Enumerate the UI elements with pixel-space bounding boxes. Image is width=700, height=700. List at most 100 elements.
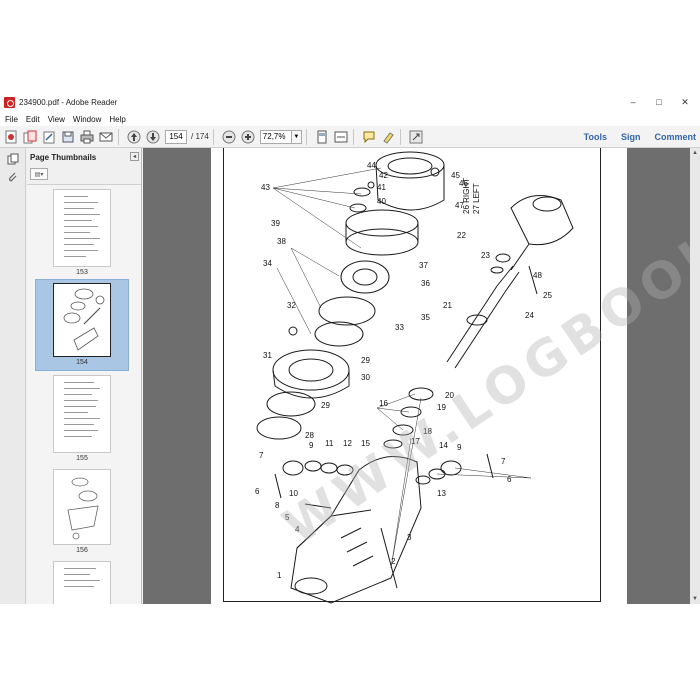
thumbnail-text-line bbox=[64, 580, 100, 581]
zoom-out-icon[interactable] bbox=[221, 129, 237, 145]
edit-pdf-icon[interactable] bbox=[41, 129, 57, 145]
thumbnail-text-line bbox=[64, 244, 94, 245]
document-viewer[interactable]: 43 44 42 41 40 39 38 34 37 36 35 33 29 3… bbox=[143, 148, 700, 604]
thumbnail-label: 154 bbox=[76, 359, 88, 366]
thumbnail-text-line bbox=[64, 226, 98, 227]
callout-label: 21 bbox=[443, 301, 452, 310]
maximize-button[interactable]: □ bbox=[646, 92, 672, 112]
thumbnail-text-line bbox=[64, 256, 86, 257]
adobe-reader-window: 234900.pdf - Adobe Reader – □ ✕ File Edi… bbox=[0, 92, 700, 604]
callout-label: 32 bbox=[287, 301, 296, 310]
callout-label: 7 bbox=[259, 451, 264, 460]
tab-sign[interactable]: Sign bbox=[621, 132, 641, 142]
thumbnail-text-line bbox=[64, 214, 100, 215]
zoom-dropdown-chevron-icon[interactable]: ▼ bbox=[291, 129, 302, 144]
thumbnail-text-line bbox=[64, 202, 98, 203]
toolbar-separator bbox=[399, 128, 401, 145]
callout-label: 25 bbox=[543, 291, 552, 300]
exploded-parts-drawing: 43 44 42 41 40 39 38 34 37 36 35 33 29 3… bbox=[255, 151, 574, 604]
tab-comment[interactable]: Comment bbox=[654, 132, 696, 142]
callout-label: 42 bbox=[379, 171, 388, 180]
page-thumbnails-icon[interactable] bbox=[6, 152, 20, 166]
callout-label: 29 bbox=[361, 356, 370, 365]
callout-label: 4 bbox=[295, 525, 300, 534]
toolbar-separator bbox=[352, 128, 354, 145]
thumbnail-text-line bbox=[64, 412, 88, 413]
menu-edit[interactable]: Edit bbox=[26, 115, 40, 124]
thumbnail-page[interactable] bbox=[53, 561, 111, 604]
navigation-pane: Page Thumbnails ◂ ▤▾ 153 154 155 156 bbox=[0, 148, 142, 604]
highlight-icon[interactable] bbox=[380, 129, 396, 145]
window-title: 234900.pdf - Adobe Reader bbox=[19, 97, 118, 107]
previous-page-icon[interactable] bbox=[126, 129, 142, 145]
scroll-up-icon[interactable]: ▲ bbox=[690, 148, 700, 158]
toolbar-separator bbox=[118, 128, 119, 145]
thumbnail-text-line bbox=[64, 394, 92, 395]
callout-label: 31 bbox=[263, 351, 272, 360]
thumbnail-page[interactable] bbox=[53, 469, 111, 545]
callout-label: 44 bbox=[367, 161, 376, 170]
callout-label: 38 bbox=[277, 237, 286, 246]
callout-label: 23 bbox=[481, 251, 490, 260]
fit-page-icon[interactable] bbox=[314, 129, 330, 145]
callout-label: 22 bbox=[457, 231, 466, 240]
callout-label: 39 bbox=[271, 219, 280, 228]
thumbnail-text-line bbox=[64, 424, 94, 425]
zoom-level-input[interactable]: 72,7% bbox=[259, 129, 292, 144]
thumbnail-label: 156 bbox=[76, 547, 88, 554]
callout-label: 33 bbox=[395, 323, 404, 332]
callout-label: 9 bbox=[457, 443, 462, 452]
save-icon[interactable] bbox=[60, 129, 76, 145]
thumbnail-text-line bbox=[64, 250, 98, 251]
scroll-down-icon[interactable]: ▼ bbox=[690, 594, 700, 604]
thumbnail-label: 153 bbox=[76, 269, 88, 276]
thumbnail-page-selected[interactable] bbox=[53, 283, 111, 357]
fit-width-icon[interactable] bbox=[333, 129, 349, 145]
callout-label: 20 bbox=[445, 391, 454, 400]
expand-icon[interactable] bbox=[408, 129, 424, 145]
thumbnail-options-button[interactable]: ▤▾ bbox=[30, 168, 48, 180]
thumbnail-text-line bbox=[64, 406, 96, 407]
menu-window[interactable]: Window bbox=[73, 115, 101, 124]
callout-label: 24 bbox=[525, 311, 534, 320]
thumbnail-text-line bbox=[64, 238, 100, 239]
callout-label: 13 bbox=[437, 489, 446, 498]
callout-label: 8 bbox=[275, 501, 280, 510]
menu-help[interactable]: Help bbox=[109, 115, 125, 124]
comment-icon[interactable] bbox=[361, 129, 377, 145]
callout-label: 40 bbox=[377, 197, 386, 206]
document-scrollbar[interactable]: ▲ ▼ bbox=[690, 148, 700, 604]
task-pane-tabs: Tools Sign Comment bbox=[570, 126, 696, 148]
menu-bar: File Edit View Window Help bbox=[0, 112, 700, 126]
tab-tools[interactable]: Tools bbox=[584, 132, 607, 142]
callout-label: 3 bbox=[407, 533, 412, 542]
create-pdf-icon[interactable] bbox=[3, 129, 19, 145]
minimize-button[interactable]: – bbox=[620, 92, 646, 112]
page-number-input[interactable]: 154 bbox=[165, 129, 187, 144]
pdf-page: 43 44 42 41 40 39 38 34 37 36 35 33 29 3… bbox=[211, 148, 627, 604]
callout-label: 30 bbox=[361, 373, 370, 382]
zoom-in-icon[interactable] bbox=[240, 129, 256, 145]
callout-label: 1 bbox=[277, 571, 282, 580]
toolbar-separator bbox=[212, 128, 214, 145]
callout-label: 10 bbox=[289, 489, 298, 498]
thumbnails-panel-title: Page Thumbnails bbox=[30, 152, 97, 162]
attachments-icon[interactable] bbox=[6, 170, 20, 184]
thumbnail-drawing-preview bbox=[63, 288, 105, 351]
combine-files-icon[interactable] bbox=[22, 129, 38, 145]
menu-file[interactable]: File bbox=[5, 115, 18, 124]
close-button[interactable]: ✕ bbox=[672, 92, 698, 112]
side-label-left: 27 LEFT bbox=[472, 183, 481, 214]
thumbnail-text-line bbox=[64, 418, 100, 419]
email-icon[interactable] bbox=[98, 129, 114, 145]
callout-label: 36 bbox=[421, 279, 430, 288]
menu-view[interactable]: View bbox=[48, 115, 65, 124]
callout-label: 11 bbox=[325, 439, 334, 448]
thumbnail-page[interactable] bbox=[53, 189, 111, 267]
next-page-icon[interactable] bbox=[145, 129, 161, 145]
thumbnail-page[interactable] bbox=[53, 375, 111, 453]
collapse-panel-icon[interactable]: ◂ bbox=[130, 152, 139, 161]
callout-label: 7 bbox=[501, 457, 506, 466]
print-icon[interactable] bbox=[79, 129, 95, 145]
thumbnail-text-line bbox=[64, 586, 94, 587]
